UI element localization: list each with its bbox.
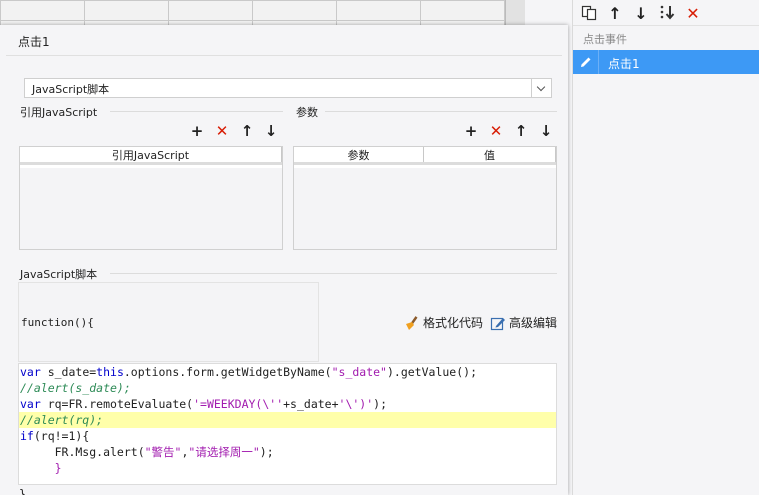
sort-icon	[660, 5, 675, 20]
move-up-ref-js-button[interactable]: ↑	[238, 122, 256, 140]
ref-js-divider	[110, 111, 283, 112]
advanced-edit-icon	[490, 317, 505, 330]
edit-icon[interactable]	[573, 50, 599, 74]
params-table-header: 参数 值	[294, 147, 556, 165]
advanced-edit-label: 高级编辑	[509, 316, 558, 330]
code-line-6[interactable]: FR.Msg.alert("警告","请选择周一");	[19, 444, 556, 460]
events-panel: ↑ ↓ ✕ 点击事件 点击1	[572, 0, 759, 495]
param-name-column-header[interactable]: 参数	[294, 147, 424, 162]
ref-js-section-label: 引用JavaScript	[20, 104, 102, 120]
event-editor-dialog: 点击1 JavaScript脚本 引用JavaScript + ✕ ↑ ↓ 引用…	[0, 25, 568, 495]
delete-ref-js-button[interactable]: ✕	[213, 122, 231, 140]
delete-icon: ✕	[489, 122, 503, 140]
function-header-box: function(){	[18, 282, 319, 362]
format-code-label: 格式化代码	[423, 316, 484, 330]
delete-icon: ✕	[686, 3, 700, 23]
move-up-icon: ↑	[240, 122, 254, 140]
copy-event-button[interactable]	[579, 3, 599, 23]
event-list-item[interactable]: 点击1	[573, 50, 759, 74]
broom-icon	[406, 315, 418, 330]
code-line-2[interactable]: //alert(s_date);	[19, 380, 556, 396]
function-closing-brace: }	[19, 487, 26, 495]
move-down-ref-js-button[interactable]: ↓	[262, 122, 280, 140]
params-section-label: 参数	[296, 104, 322, 120]
ref-js-column-header[interactable]: 引用JavaScript	[20, 147, 282, 162]
ref-js-table[interactable]: 引用JavaScript	[19, 146, 283, 250]
move-up-event-button[interactable]: ↑	[605, 3, 625, 23]
script-type-value: JavaScript脚本	[32, 83, 110, 96]
sort-event-button[interactable]	[657, 3, 677, 23]
move-down-event-button[interactable]: ↓	[631, 3, 651, 23]
code-line-7[interactable]: }	[19, 460, 556, 476]
params-divider	[325, 111, 557, 112]
move-up-icon: ↑	[514, 122, 528, 140]
delete-param-button[interactable]: ✕	[487, 122, 505, 140]
move-up-icon: ↑	[608, 3, 622, 23]
move-down-param-button[interactable]: ↓	[537, 122, 555, 140]
events-caption: 点击事件	[583, 33, 627, 46]
event-item-label: 点击1	[608, 57, 640, 71]
move-down-icon: ↓	[264, 122, 278, 140]
add-icon: +	[464, 122, 478, 140]
delete-icon: ✕	[215, 122, 229, 140]
move-down-icon: ↓	[539, 122, 553, 140]
param-value-column-header[interactable]: 值	[424, 147, 556, 162]
dialog-title: 点击1	[18, 35, 50, 49]
code-line-5[interactable]: if(rq!=1){	[19, 428, 556, 444]
params-table-body[interactable]	[294, 168, 556, 249]
format-code-button[interactable]: 格式化代码	[404, 314, 483, 331]
title-divider	[6, 55, 562, 56]
ref-js-table-body[interactable]	[20, 168, 282, 249]
events-toolbar-divider	[573, 25, 759, 26]
function-header: function(){	[21, 316, 94, 329]
code-editor[interactable]: var s_date=this.options.form.getWidgetBy…	[18, 363, 557, 485]
dropdown-arrow-icon[interactable]	[531, 79, 551, 97]
script-type-select[interactable]: JavaScript脚本	[24, 78, 552, 98]
add-ref-js-button[interactable]: +	[188, 122, 206, 140]
code-line-4[interactable]: //alert(rq);	[19, 412, 556, 428]
delete-event-button[interactable]: ✕	[683, 3, 703, 23]
code-line-1[interactable]: var s_date=this.options.form.getWidgetBy…	[19, 364, 556, 380]
code-line-3[interactable]: var rq=FR.remoteEvaluate('=WEEKDAY(\''+s…	[19, 396, 556, 412]
advanced-edit-button[interactable]: 高级编辑	[490, 314, 557, 331]
add-param-button[interactable]: +	[462, 122, 480, 140]
ref-js-table-header: 引用JavaScript	[20, 147, 282, 165]
move-down-icon: ↓	[634, 3, 648, 23]
script-section-label: JavaScript脚本	[20, 266, 102, 282]
add-icon: +	[190, 122, 204, 140]
params-table[interactable]: 参数 值	[293, 146, 557, 250]
move-up-param-button[interactable]: ↑	[512, 122, 530, 140]
copy-icon	[581, 5, 597, 21]
script-divider	[110, 273, 557, 274]
